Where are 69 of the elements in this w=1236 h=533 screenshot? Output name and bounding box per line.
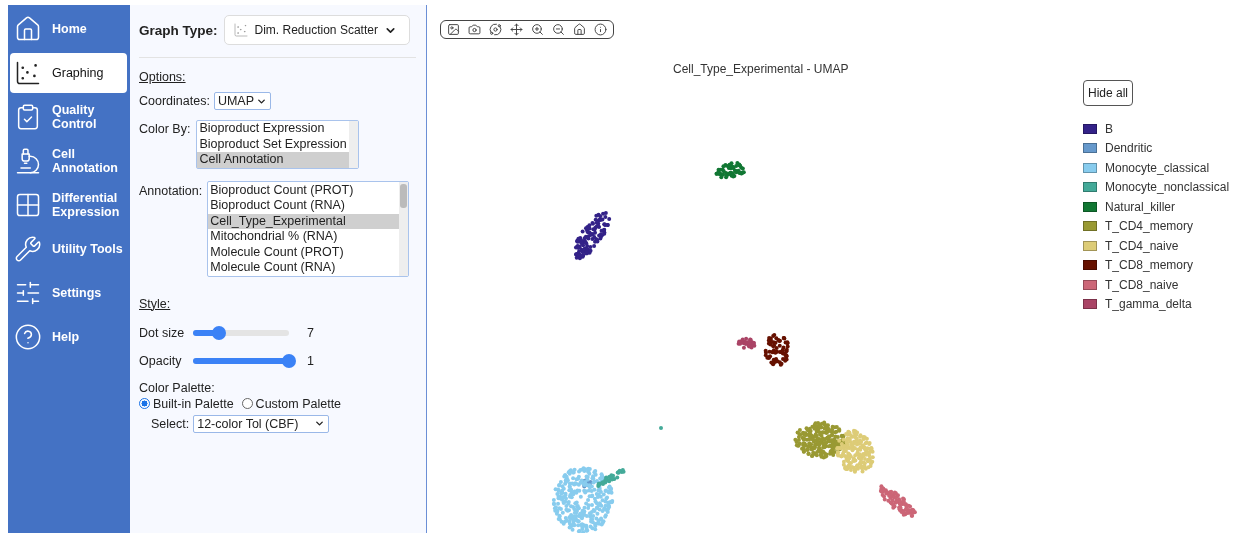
list-option[interactable]: Cell_Type_Experimental: [208, 213, 400, 229]
plot-title: Cell_Type_Experimental - UMAP: [673, 62, 849, 76]
sidebar-item[interactable]: Quality Control: [10, 97, 127, 137]
slider-value: 7: [307, 325, 314, 340]
sidebar-item[interactable]: Home: [10, 9, 127, 49]
legend-item[interactable]: T_gamma_delta: [1083, 297, 1230, 311]
list-option[interactable]: Bioproduct Set Expression: [197, 136, 349, 152]
legend-item[interactable]: T_CD4_memory: [1083, 219, 1230, 233]
list-option[interactable]: Molecule Count (PROT): [208, 244, 400, 260]
radio-button[interactable]: [241, 398, 253, 409]
move-icon[interactable]: [510, 23, 523, 36]
graph-type-label: Graph Type:: [139, 22, 218, 38]
sidebar-item[interactable]: Help: [10, 317, 127, 357]
radio-label: Custom Palette: [255, 396, 342, 411]
slider-label: Dot size: [139, 325, 186, 340]
caret-icon: [314, 418, 326, 429]
legend-item[interactable]: T_CD8_memory: [1083, 258, 1230, 272]
home-icon[interactable]: [573, 23, 586, 36]
scatter-plot-icon: [232, 22, 249, 38]
coordinates-label: Coordinates:: [139, 94, 210, 108]
palette-label: Color Palette:: [139, 380, 216, 395]
sidebar-item[interactable]: Differential Expression: [10, 185, 127, 225]
coordinates-select[interactable]: UMAP: [213, 92, 271, 110]
help-icon: [14, 323, 42, 351]
list-option[interactable]: Bioproduct Count (RNA): [208, 198, 400, 214]
sliders-icon: [14, 279, 42, 307]
graph-type-select[interactable]: Dim. Reduction Scatter: [223, 15, 410, 45]
legend-item[interactable]: Natural_killer: [1083, 200, 1230, 214]
style-heading: Style:: [139, 296, 171, 311]
palette-select[interactable]: 12-color Tol (CBF): [193, 414, 330, 433]
scrollbar-track: [348, 121, 358, 168]
annotation-label: Annotation:: [139, 183, 203, 198]
zoom-out-icon[interactable]: [552, 23, 565, 36]
slider-value: 1: [307, 353, 314, 368]
select-label: Select:: [151, 416, 190, 431]
legend-item[interactable]: T_CD8_naive: [1083, 278, 1230, 292]
list-option[interactable]: Cell Annotation: [197, 152, 349, 168]
wrench-icon: [14, 235, 42, 263]
radio-label: Built-in Palette: [153, 396, 234, 411]
list-option[interactable]: Bioproduct Count (PROT): [208, 182, 400, 198]
orbit-icon[interactable]: [489, 23, 502, 36]
slider-label: Opacity: [139, 353, 183, 368]
scrollbar-thumb[interactable]: [400, 183, 408, 208]
radio-button[interactable]: [139, 398, 150, 409]
sidebar-item[interactable]: Utility Tools: [10, 229, 127, 269]
slider-thumb[interactable]: [282, 353, 296, 368]
sidebar-item[interactable]: Cell Annotation: [10, 141, 127, 181]
legend-item[interactable]: T_CD4_naive: [1083, 239, 1230, 253]
options-heading: Options:: [139, 70, 186, 84]
zoom-in-icon[interactable]: [531, 23, 544, 36]
list-option[interactable]: Mitochondrial % (RNA): [208, 229, 400, 245]
info-icon[interactable]: [594, 23, 607, 36]
camera-icon[interactable]: [468, 23, 481, 36]
microscope-icon: [14, 147, 42, 175]
list-option[interactable]: Bioproduct Expression: [197, 121, 349, 137]
grid-icon: [14, 191, 42, 219]
sidebar-item[interactable]: Settings: [10, 273, 127, 313]
image-icon[interactable]: [447, 23, 460, 36]
sidebar-item[interactable]: Graphing: [10, 53, 127, 93]
legend-item[interactable]: Monocyte_nonclassical: [1083, 180, 1230, 194]
legend-item[interactable]: Dendritic: [1083, 141, 1230, 155]
list-option[interactable]: Molecule Count (RNA): [208, 260, 400, 276]
color-by-label: Color By:: [139, 122, 191, 136]
home-icon: [14, 15, 42, 43]
scatter-plot-icon: [14, 59, 42, 87]
legend-item[interactable]: B: [1083, 122, 1230, 136]
legend-item[interactable]: Monocyte_classical: [1083, 161, 1230, 175]
slider-thumb[interactable]: [211, 325, 226, 340]
hide-all-button[interactable]: Hide all: [1083, 80, 1134, 106]
